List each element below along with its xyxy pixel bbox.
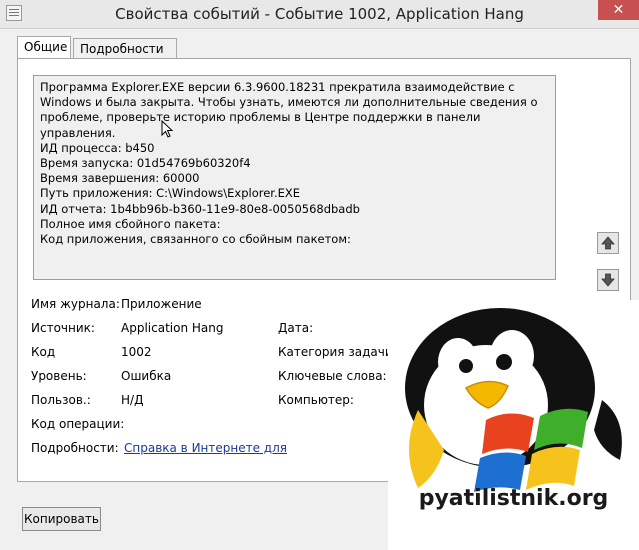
source-label: Источник: [31,321,95,335]
online-help-link[interactable]: Справка в Интернете для [124,441,287,455]
event-id-value: 1002 [121,345,152,359]
description-line: Код приложения, связанного со сбойным па… [40,232,351,247]
penguin-logo-icon [405,308,622,492]
arrow-up-icon [601,236,615,250]
more-info-label: Подробности: [31,441,119,455]
log-name-label: Имя журнала: [31,297,120,311]
source-value: Application Hang [121,321,224,335]
window-title: Свойства событий - Событие 1002, Applica… [115,5,524,23]
description-line: Полное имя сбойного пакета: [40,216,221,231]
watermark-text: pyatilistnik.org [418,486,609,511]
level-label: Уровень: [31,369,87,383]
event-id-label: Код [31,345,56,359]
user-label: Пользов.: [31,393,91,407]
close-icon: ✕ [612,2,625,18]
opcode-label: Код операции: [31,417,125,431]
user-value: Н/Д [121,393,144,407]
computer-label: Компьютер: [278,393,354,407]
copy-button[interactable]: Копировать [22,507,101,531]
close-button[interactable]: ✕ [598,0,639,20]
tab-general[interactable]: Общие [17,36,71,59]
description-line: ИД процесса: b450 [40,140,155,155]
task-category-label: Категория задачи: [278,345,397,359]
description-line: Путь приложения: C:\Windows\Explorer.EXE [40,186,301,201]
title-bar: Свойства событий - Событие 1002, Applica… [0,0,639,29]
description-line: Время запуска: 01d54769b60320f4 [40,156,251,171]
description-line: Время завершения: 60000 [40,171,200,186]
date-label: Дата: [278,321,314,335]
keywords-label: Ключевые слова: [278,369,387,383]
description-line: ИД отчета: 1b4bb96b-b360-11e9-80e8-00505… [40,201,360,216]
level-value: Ошибка [121,369,172,383]
event-description[interactable]: Программа Explorer.EXE версии 6.3.9600.1… [33,75,556,280]
tab-details[interactable]: Подробности [73,38,177,59]
previous-event-button[interactable] [597,232,619,254]
log-name-value: Приложение [121,297,202,311]
description-paragraph: Программа Explorer.EXE версии 6.3.9600.1… [40,80,538,140]
watermark-overlay: pyatilistnik.org [388,300,639,550]
arrow-down-icon [601,273,615,287]
next-event-button[interactable] [597,269,619,291]
mouse-cursor-icon [161,120,173,138]
